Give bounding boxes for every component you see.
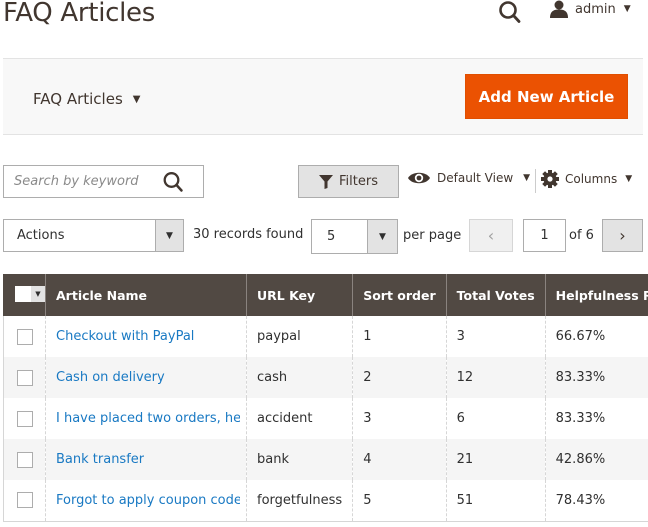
per-page-select[interactable]: 5 ▼ (311, 219, 398, 254)
table-row[interactable]: Forgot to apply coupon code forgetfulness… (3, 480, 648, 522)
chevron-down-icon: ▼ (523, 173, 531, 183)
total-pages: of 6 (569, 228, 594, 243)
filters-button[interactable]: Filters (298, 165, 399, 198)
helpfulness-rate-cell: 78.43% (544, 480, 648, 522)
article-link[interactable]: Forgot to apply coupon code (56, 493, 240, 508)
table-row[interactable]: Cash on delivery cash 2 12 83.33% (3, 357, 648, 398)
total-votes-cell: 21 (445, 439, 546, 480)
column-header-article-name[interactable]: Article Name (45, 274, 247, 316)
select-all-checkbox[interactable] (15, 285, 31, 302)
add-new-article-button[interactable]: Add New Article (465, 74, 628, 119)
sort-order-cell: 2 (352, 357, 447, 398)
chevron-down-icon: ▼ (31, 285, 45, 302)
helpfulness-rate-cell: 83.33% (544, 357, 648, 398)
table-row[interactable]: Checkout with PayPal paypal 1 3 66.67% (3, 316, 648, 357)
switcher-label: FAQ Articles (33, 90, 123, 108)
chevron-down-icon: ▼ (623, 4, 631, 14)
article-name-cell: Cash on delivery (45, 357, 247, 398)
row-select-cell (3, 316, 46, 357)
row-checkbox[interactable] (16, 369, 33, 386)
filters-label: Filters (339, 174, 378, 189)
records-count: 30 records found (193, 227, 304, 242)
column-header-helpfulness-rate[interactable]: Helpfulness Rate (544, 274, 648, 316)
sort-order-cell: 3 (352, 398, 447, 439)
view-label: Default View (437, 171, 514, 185)
user-icon (550, 0, 568, 18)
column-header-total-votes[interactable]: Total Votes (445, 274, 546, 316)
article-link[interactable]: I have placed two orders, help! (56, 411, 240, 426)
page-action-bar: FAQ Articles ▼ Add New Article (3, 58, 643, 135)
article-link[interactable]: Bank transfer (56, 452, 144, 467)
helpfulness-rate-cell: 66.67% (544, 316, 648, 357)
current-page-input[interactable] (523, 219, 566, 252)
page-title: FAQ Articles (3, 0, 155, 28)
article-name-cell: I have placed two orders, help! (45, 398, 247, 439)
search-submit-button[interactable] (162, 171, 186, 193)
url-key-cell: paypal (245, 316, 353, 357)
sort-order-cell: 1 (352, 316, 447, 357)
chevron-down-icon: ▼ (625, 174, 633, 184)
store-switcher[interactable]: FAQ Articles ▼ (33, 90, 140, 108)
mass-select-header: ▼ (3, 274, 46, 316)
keyword-search (3, 165, 204, 198)
row-select-cell (3, 480, 46, 522)
filter-icon (319, 174, 334, 189)
chevron-left-icon: ‹ (487, 226, 495, 245)
total-votes-cell: 12 (445, 357, 546, 398)
article-link[interactable]: Checkout with PayPal (56, 329, 194, 344)
chevron-down-icon: ▼ (132, 93, 141, 105)
gear-icon (541, 170, 559, 188)
url-key-cell: bank (245, 439, 353, 480)
admin-user-menu[interactable]: admin ▼ (549, 0, 631, 18)
row-checkbox[interactable] (16, 410, 33, 427)
eye-icon (408, 172, 430, 184)
search-icon (163, 172, 183, 192)
row-select-cell (3, 398, 46, 439)
view-selector[interactable]: Default View ▼ (407, 170, 530, 186)
previous-page-button[interactable]: ‹ (469, 219, 513, 252)
article-name-cell: Bank transfer (45, 439, 247, 480)
table-row[interactable]: I have placed two orders, help! accident 3… (3, 398, 648, 439)
user-name: admin (575, 1, 616, 17)
toolbar-divider (535, 169, 536, 193)
url-key-cell: accident (245, 398, 353, 439)
column-header-url-key[interactable]: URL Key (245, 274, 353, 316)
mass-select-dropdown[interactable]: ▼ (15, 285, 45, 302)
grid-header-row: ▼ Article Name URL Key Sort order Total … (3, 274, 648, 316)
faq-articles-grid: ▼ Article Name URL Key Sort order Total … (3, 274, 648, 522)
row-checkbox[interactable] (16, 328, 33, 345)
column-header-sort-order[interactable]: Sort order (352, 274, 447, 316)
row-checkbox[interactable] (16, 492, 33, 509)
mass-actions-select[interactable]: Actions ▼ (3, 219, 184, 252)
next-page-button[interactable]: › (602, 219, 643, 252)
columns-label: Columns (565, 172, 618, 186)
table-row[interactable]: Bank transfer bank 4 21 42.86% (3, 439, 648, 480)
row-select-cell (3, 357, 46, 398)
article-name-cell: Forgot to apply coupon code (45, 480, 247, 522)
actions-label: Actions (17, 228, 65, 243)
sort-order-cell: 4 (352, 439, 447, 480)
sort-order-cell: 5 (352, 480, 447, 522)
chevron-right-icon: › (619, 226, 626, 245)
url-key-cell: forgetfulness (245, 480, 353, 522)
total-votes-cell: 6 (445, 398, 546, 439)
article-name-cell: Checkout with PayPal (45, 316, 247, 357)
per-page-value: 5 (327, 229, 336, 244)
chevron-down-icon: ▼ (155, 220, 183, 251)
helpfulness-rate-cell: 83.33% (544, 398, 648, 439)
total-votes-cell: 3 (445, 316, 546, 357)
search-input[interactable] (4, 174, 154, 189)
url-key-cell: cash (245, 357, 353, 398)
columns-selector[interactable]: Columns ▼ (541, 170, 632, 188)
row-select-cell (3, 439, 46, 480)
chevron-down-icon: ▼ (367, 220, 397, 253)
global-search-button[interactable] (498, 0, 524, 24)
total-votes-cell: 51 (445, 480, 546, 522)
article-link[interactable]: Cash on delivery (56, 370, 165, 385)
row-checkbox[interactable] (16, 451, 33, 468)
search-icon (499, 1, 521, 23)
per-page-label: per page (403, 228, 462, 243)
helpfulness-rate-cell: 42.86% (544, 439, 648, 480)
